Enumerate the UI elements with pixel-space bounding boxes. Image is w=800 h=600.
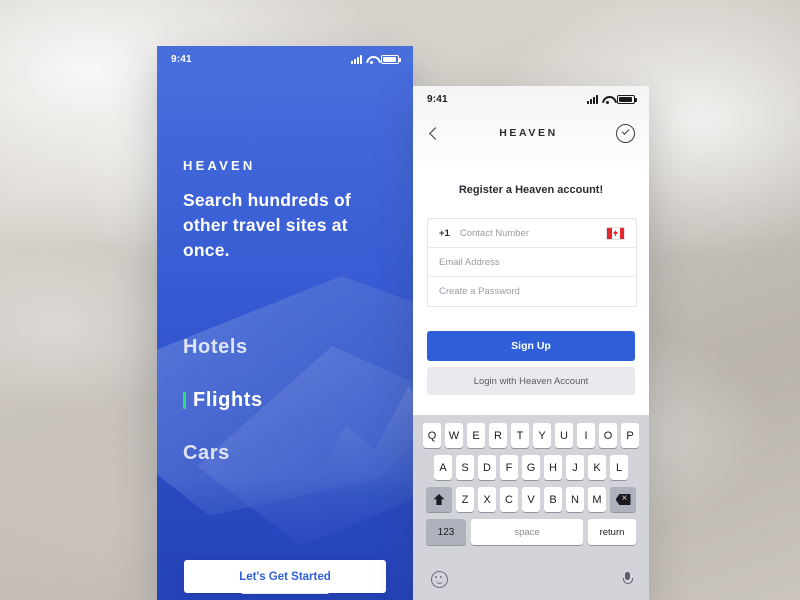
return-key[interactable]: return <box>588 519 636 545</box>
register-brand-logo: HEAVEN <box>499 127 558 139</box>
onboarding-status-bar: 9:41 <box>157 46 413 72</box>
onboarding-screen: 9:41 HEAVEN Search hundreds of other tra… <box>157 46 413 600</box>
emoji-key-icon[interactable] <box>431 570 448 588</box>
register-status-bar: 9:41 <box>413 86 649 112</box>
home-indicator <box>241 590 329 594</box>
key-x[interactable]: X <box>478 487 496 512</box>
status-time: 9:41 <box>171 53 192 65</box>
key-j[interactable]: J <box>566 455 584 480</box>
keyboard-footer <box>413 564 649 600</box>
key-u[interactable]: U <box>555 423 573 448</box>
password-field[interactable]: Create a Password <box>428 277 636 306</box>
key-w[interactable]: W <box>445 423 463 448</box>
key-s[interactable]: S <box>456 455 474 480</box>
key-c[interactable]: C <box>500 487 518 512</box>
key-i[interactable]: I <box>577 423 595 448</box>
onscreen-keyboard: Q W E R T Y U I O P A S D F G H J K L Z … <box>413 415 649 600</box>
category-cars[interactable]: Cars <box>183 442 383 465</box>
microphone-key-icon[interactable] <box>623 571 633 587</box>
register-title: Register a Heaven account! <box>458 184 604 196</box>
key-t[interactable]: T <box>511 423 529 448</box>
onboarding-category-list: Hotels Flights Cars <box>183 336 383 495</box>
keyboard-row-1: Q W E R T Y U I O P <box>413 423 649 448</box>
screenshot-canvas: 9:41 HEAVEN Search hundreds of other tra… <box>0 0 800 600</box>
register-nav-bar: HEAVEN <box>413 120 649 146</box>
password-placeholder: Create a Password <box>439 286 520 297</box>
key-o[interactable]: O <box>599 423 617 448</box>
key-f[interactable]: F <box>500 455 518 480</box>
status-icons <box>351 54 401 64</box>
numbers-key[interactable]: 123 <box>426 519 466 545</box>
register-form: +1 Contact Number Email Address Create a… <box>427 218 637 307</box>
category-hotels[interactable]: Hotels <box>183 336 383 359</box>
key-n[interactable]: N <box>566 487 584 512</box>
wifi-icon <box>602 95 613 104</box>
key-y[interactable]: Y <box>533 423 551 448</box>
key-m[interactable]: M <box>588 487 606 512</box>
sign-up-button[interactable]: Sign Up <box>427 331 635 361</box>
onboarding-headline: Search hundreds of other travel sites at… <box>183 190 351 260</box>
country-code-label: +1 <box>439 227 450 239</box>
email-placeholder: Email Address <box>439 256 500 268</box>
status-time: 9:41 <box>427 93 448 105</box>
key-k[interactable]: K <box>588 455 606 480</box>
blue-overlay <box>157 46 413 600</box>
key-b[interactable]: B <box>544 487 562 512</box>
shift-key-icon[interactable] <box>426 487 452 512</box>
cellular-signal-icon <box>351 54 362 64</box>
battery-icon <box>381 54 401 64</box>
key-v[interactable]: V <box>522 487 540 512</box>
keyboard-row-2: A S D F G H J K L <box>413 455 649 480</box>
key-l[interactable]: L <box>610 455 628 480</box>
delete-key-icon[interactable] <box>610 487 636 512</box>
key-z[interactable]: Z <box>456 487 474 512</box>
keyboard-bottom-row: 123 space return <box>413 519 649 545</box>
cellular-signal-icon <box>587 94 598 104</box>
key-q[interactable]: Q <box>423 423 441 448</box>
key-g[interactable]: G <box>522 455 540 480</box>
login-with-heaven-button[interactable]: Login with Heaven Account <box>427 367 635 395</box>
key-r[interactable]: R <box>489 423 507 448</box>
onboarding-brand-logo: HEAVEN <box>183 158 256 173</box>
wifi-icon <box>366 55 377 64</box>
back-chevron-icon[interactable] <box>427 126 441 140</box>
get-started-button[interactable]: Let's Get Started <box>184 560 386 593</box>
keyboard-row-3: Z X C V B N M <box>413 487 649 512</box>
key-h[interactable]: H <box>544 455 562 480</box>
battery-icon <box>617 94 637 104</box>
key-d[interactable]: D <box>478 455 496 480</box>
space-key[interactable]: space <box>471 519 583 545</box>
key-a[interactable]: A <box>434 455 452 480</box>
register-screen: 9:41 HEAVEN Register a Heaven account! +… <box>413 86 649 600</box>
canada-flag-icon[interactable] <box>606 226 625 240</box>
key-e[interactable]: E <box>467 423 485 448</box>
status-icons <box>587 94 637 104</box>
check-circle-icon[interactable] <box>616 123 635 143</box>
key-p[interactable]: P <box>621 423 639 448</box>
email-field[interactable]: Email Address <box>428 248 636 277</box>
contact-number-placeholder: Contact Number <box>459 227 530 239</box>
contact-number-field[interactable]: +1 Contact Number <box>428 219 636 248</box>
category-flights[interactable]: Flights <box>183 389 383 412</box>
